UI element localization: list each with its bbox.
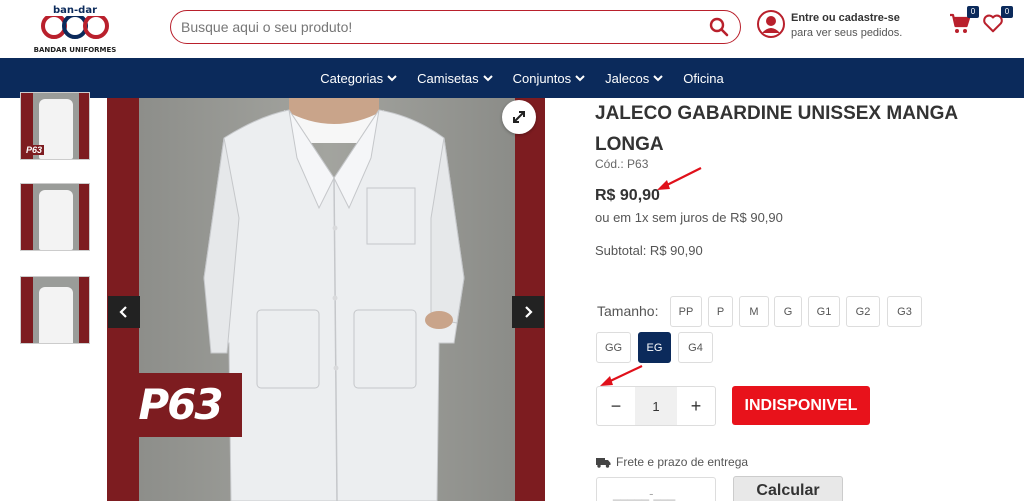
cart-count-badge: 0: [967, 6, 979, 18]
thumb-coat: [39, 287, 73, 343]
annotation-arrow-icon: [600, 365, 643, 386]
expand-icon: [513, 111, 525, 123]
truck-icon: [596, 457, 611, 468]
site-header: ban-dar BANDAR UNIFORMES Entre ou cadast…: [0, 0, 1024, 58]
nav-item-label: Camisetas: [417, 70, 479, 86]
wishlist-count-badge: 0: [1001, 6, 1013, 18]
size-option-eg[interactable]: EG: [638, 332, 671, 363]
chevron-right-icon: [525, 306, 533, 318]
installments-text: ou em 1x sem juros de R$ 90,90: [595, 210, 783, 225]
search-input[interactable]: [181, 19, 702, 35]
cep-input[interactable]: _____-___: [596, 477, 716, 501]
account-link[interactable]: Entre ou cadastre-se para ver seus pedid…: [757, 10, 937, 44]
size-option-g[interactable]: G: [774, 296, 802, 327]
size-option-g2[interactable]: G2: [846, 296, 880, 327]
gallery-thumb-1[interactable]: P63: [20, 92, 90, 160]
gallery-thumb-3[interactable]: [20, 276, 90, 344]
prev-image-button[interactable]: [108, 296, 140, 328]
size-option-g4[interactable]: G4: [678, 332, 713, 363]
quantity-stepper: − 1 +: [596, 386, 716, 426]
thumb-coat: [39, 190, 73, 250]
search-bar: [170, 10, 741, 44]
size-option-g3[interactable]: G3: [887, 296, 922, 327]
size-label: Tamanho:: [597, 303, 659, 319]
chevron-down-icon: [387, 75, 397, 82]
nav-item-conjuntos[interactable]: Conjuntos: [513, 71, 586, 86]
product-code-overlay: P63: [118, 373, 242, 437]
wishlist-button[interactable]: 0: [982, 6, 1013, 38]
shipping-section: Frete e prazo de entrega: [596, 455, 748, 469]
size-option-p[interactable]: P: [708, 296, 733, 327]
unavailable-button[interactable]: INDISPONIVEL: [732, 386, 870, 425]
quantity-value[interactable]: 1: [635, 387, 677, 425]
next-image-button[interactable]: [512, 296, 544, 328]
logo-subtitle: BANDAR UNIFORMES: [33, 46, 117, 54]
thumb-coat: [39, 99, 73, 159]
cart-button[interactable]: 0: [948, 6, 979, 38]
account-line1: Entre ou cadastre-se: [791, 12, 900, 24]
search-button[interactable]: [702, 12, 736, 42]
nav-item-label: Categorias: [320, 70, 384, 86]
annotation-arrow-icon: [657, 167, 702, 190]
zoom-button[interactable]: [502, 100, 536, 134]
nav-item-camisetas[interactable]: Camisetas: [417, 70, 493, 86]
lab-coat-illustration: [203, 98, 465, 501]
size-option-gg[interactable]: GG: [596, 332, 631, 363]
gallery-thumb-2[interactable]: [20, 183, 90, 251]
thumb-label: P63: [24, 145, 45, 155]
size-option-pp[interactable]: PP: [670, 296, 702, 327]
nav-item-categorias[interactable]: Categorias: [320, 71, 397, 86]
nav-item-oficina[interactable]: Oficina: [683, 71, 723, 86]
search-icon: [709, 17, 729, 37]
chevron-down-icon: [575, 75, 585, 82]
user-icon: [757, 10, 785, 38]
shipping-label: Frete e prazo de entrega: [616, 455, 749, 469]
account-line2: para ver seus pedidos.: [791, 27, 903, 39]
nav-item-jalecos[interactable]: Jalecos: [605, 71, 663, 86]
quantity-increase-button[interactable]: +: [677, 387, 715, 425]
chevron-left-icon: [119, 306, 127, 318]
calculate-button[interactable]: Calcular: [733, 476, 843, 501]
size-option-m[interactable]: M: [739, 296, 769, 327]
logo-brand: ban-dar: [53, 5, 97, 16]
nav-item-label: Oficina: [683, 70, 724, 86]
nav-item-label: Conjuntos: [512, 70, 572, 86]
chevron-down-icon: [653, 75, 663, 82]
subtotal-text: Subtotal: R$ 90,90: [595, 243, 703, 258]
size-option-g1[interactable]: G1: [808, 296, 840, 327]
product-main-image[interactable]: [107, 98, 545, 501]
nav-item-label: Jalecos: [605, 70, 650, 86]
product-price: R$ 90,90: [595, 187, 660, 204]
product-code: Cód.: P63: [595, 157, 649, 171]
chevron-down-icon: [482, 75, 493, 82]
product-title: JALECO GABARDINE UNISSEX MANGA LONGA: [595, 103, 958, 155]
quantity-decrease-button[interactable]: −: [597, 387, 635, 425]
main-nav: Categorias Camisetas Conjuntos Jalecos O…: [0, 58, 1024, 98]
